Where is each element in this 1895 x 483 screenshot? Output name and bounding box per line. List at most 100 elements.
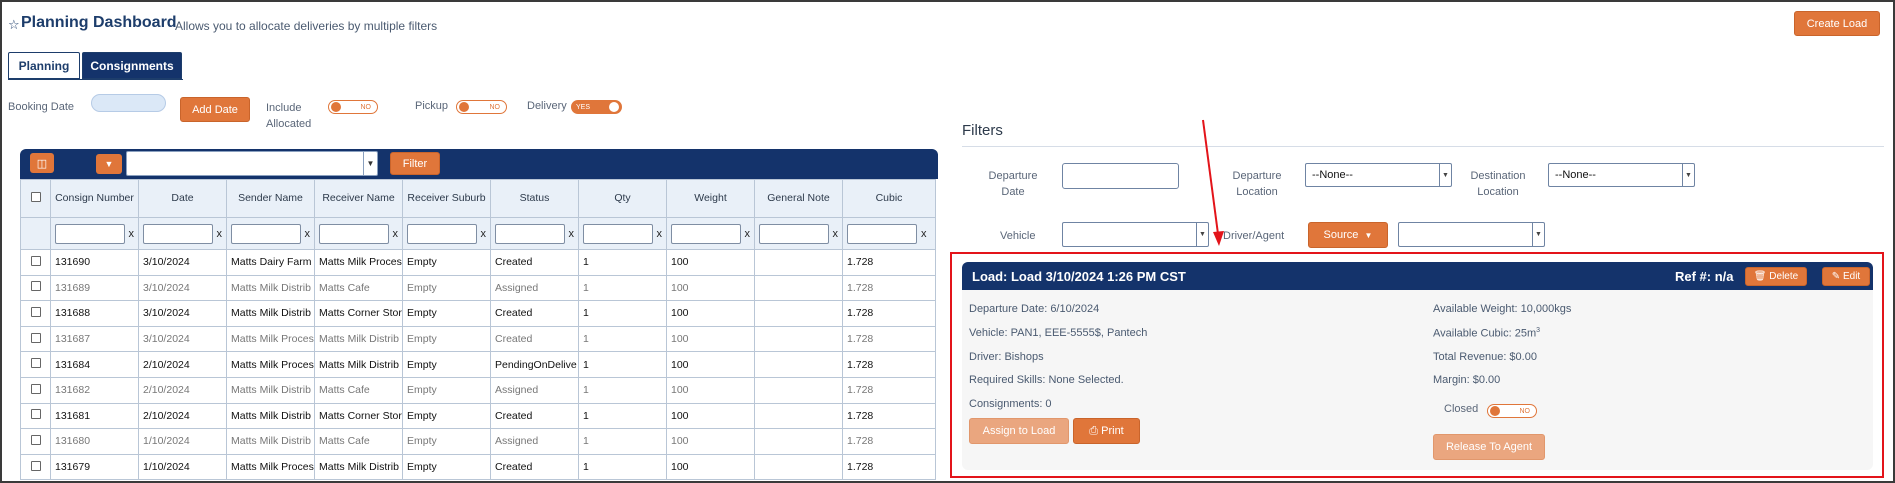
table-row[interactable]: 131679 1/10/2024 Matts Milk Proces Matts Mi… — [20, 453, 936, 481]
cell-receiver: Matts Milk Proces — [314, 249, 403, 276]
table-row[interactable]: 131688 3/10/2024 Matts Milk Distrib Matts C… — [20, 300, 936, 327]
clear-filter-icon[interactable]: x — [921, 228, 927, 240]
row-checkbox[interactable] — [30, 281, 41, 292]
filter-cell: x — [314, 217, 403, 250]
clear-filter-icon[interactable]: x — [305, 228, 311, 240]
clear-filter-icon[interactable]: x — [129, 228, 135, 240]
row-select-cell — [20, 428, 51, 455]
column-filter-input[interactable] — [759, 223, 829, 244]
column-header-sender[interactable]: Sender Name — [226, 179, 315, 218]
row-select-cell — [20, 453, 51, 481]
row-checkbox[interactable] — [30, 255, 41, 266]
clear-filter-icon[interactable]: x — [217, 228, 223, 240]
cell-suburb: Empty — [402, 428, 491, 455]
clear-filter-icon[interactable]: x — [657, 228, 663, 240]
cell-receiver: Matts Milk Distrib — [314, 351, 403, 378]
clear-filter-icon[interactable]: x — [569, 228, 575, 240]
column-filter-input[interactable] — [143, 223, 213, 244]
driver-agent-select[interactable]: ▼ — [1398, 222, 1545, 247]
table-row[interactable]: 131680 1/10/2024 Matts Milk Distrib Matts C… — [20, 428, 936, 455]
row-checkbox[interactable] — [30, 358, 41, 369]
tab-planning[interactable]: Planning — [8, 52, 80, 79]
grid-view-select[interactable]: ▼ — [126, 151, 378, 176]
column-filter-input[interactable] — [407, 223, 477, 244]
column-header-receiver[interactable]: Receiver Name — [314, 179, 403, 218]
column-filter-input[interactable] — [671, 223, 741, 244]
column-header-date[interactable]: Date — [138, 179, 227, 218]
delivery-toggle[interactable]: YES — [571, 100, 622, 114]
cell-cubic: 1.728 — [842, 428, 936, 455]
column-chooser-icon[interactable]: ◫ — [30, 153, 54, 173]
source-button[interactable]: Source ▼ — [1308, 222, 1388, 248]
cell-cubic: 1.728 — [842, 351, 936, 378]
select-all-checkbox[interactable] — [30, 191, 41, 202]
favorite-star-icon[interactable]: ☆ — [8, 17, 20, 33]
cell-note — [754, 376, 843, 404]
cell-sender: Matts Milk Distrib — [226, 274, 315, 302]
clear-filter-icon[interactable]: x — [481, 228, 487, 240]
table-row[interactable]: 131687 3/10/2024 Matts Milk Proces Matts Mi… — [20, 325, 936, 353]
consignments-table: Consign Number Date Sender Name Receiver… — [20, 179, 936, 481]
column-header-qty[interactable]: Qty — [578, 179, 667, 218]
table-row[interactable]: 131684 2/10/2024 Matts Milk Proces Matts Mi… — [20, 351, 936, 378]
column-header-consign[interactable]: Consign Number — [50, 179, 139, 218]
departure-location-select[interactable]: --None-- ▼ — [1305, 163, 1452, 187]
booking-date-input[interactable] — [91, 94, 166, 112]
destination-location-select[interactable]: --None-- ▼ — [1548, 163, 1695, 187]
column-filter-input[interactable] — [495, 223, 565, 244]
select-arrow-icon: ▼ — [1439, 164, 1451, 186]
row-checkbox[interactable] — [30, 383, 41, 394]
table-row[interactable]: 131682 2/10/2024 Matts Milk Distrib Matts C… — [20, 376, 936, 404]
add-date-button[interactable]: Add Date — [180, 97, 250, 122]
cell-sender: Matts Milk Proces — [226, 325, 315, 353]
cell-cubic: 1.728 — [842, 376, 936, 404]
cell-weight: 100 — [666, 376, 755, 404]
create-load-button[interactable]: Create Load — [1794, 11, 1880, 36]
table-row[interactable]: 131690 3/10/2024 Matts Dairy Farm Matts Mil… — [20, 249, 936, 276]
cell-weight: 100 — [666, 453, 755, 481]
table-row[interactable]: 131689 3/10/2024 Matts Milk Distrib Matts C… — [20, 274, 936, 302]
cell-receiver: Matts Milk Distrib — [314, 453, 403, 481]
cell-status: Created — [490, 300, 579, 327]
column-filter-input[interactable] — [55, 223, 125, 244]
column-header-weight[interactable]: Weight — [666, 179, 755, 218]
row-checkbox[interactable] — [30, 306, 41, 317]
column-filter: x — [759, 223, 839, 244]
column-header-cubic[interactable]: Cubic — [842, 179, 936, 218]
vehicle-select[interactable]: ▼ — [1062, 222, 1209, 247]
table-row[interactable]: 131681 2/10/2024 Matts Milk Distrib Matts C… — [20, 402, 936, 430]
cell-status: Created — [490, 402, 579, 430]
column-filter-input[interactable] — [319, 223, 389, 244]
column-filter-input[interactable] — [231, 223, 301, 244]
cell-receiver: Matts Cafe — [314, 428, 403, 455]
departure-date-input[interactable] — [1062, 163, 1179, 189]
cell-note — [754, 351, 843, 378]
column-header-note[interactable]: General Note — [754, 179, 843, 218]
row-checkbox[interactable] — [30, 434, 41, 445]
row-select-cell — [20, 325, 51, 353]
booking-date-label: Booking Date — [8, 101, 75, 113]
tab-consignments[interactable]: Consignments — [82, 52, 182, 79]
include-allocated-toggle[interactable]: NO — [328, 100, 378, 114]
cell-weight: 100 — [666, 428, 755, 455]
cell-suburb: Empty — [402, 453, 491, 481]
tab-divider — [8, 79, 183, 80]
cell-status: Created — [490, 249, 579, 276]
chevron-down-icon[interactable]: ▼ — [96, 154, 122, 174]
clear-filter-icon[interactable]: x — [833, 228, 839, 240]
filter-button[interactable]: Filter — [390, 152, 440, 175]
row-checkbox[interactable] — [30, 332, 41, 343]
pickup-toggle[interactable]: NO — [456, 100, 507, 114]
column-filter-input[interactable] — [847, 223, 917, 244]
filters-divider — [962, 146, 1884, 147]
cell-qty: 1 — [578, 453, 667, 481]
row-checkbox[interactable] — [30, 409, 41, 420]
clear-filter-icon[interactable]: x — [393, 228, 399, 240]
select-arrow-icon: ▼ — [1196, 223, 1208, 246]
column-header-suburb[interactable]: Receiver Suburb — [402, 179, 491, 218]
column-filter-input[interactable] — [583, 223, 653, 244]
column-header-status[interactable]: Status — [490, 179, 579, 218]
cell-receiver: Matts Corner Stor — [314, 300, 403, 327]
clear-filter-icon[interactable]: x — [745, 228, 751, 240]
row-checkbox[interactable] — [30, 460, 41, 471]
